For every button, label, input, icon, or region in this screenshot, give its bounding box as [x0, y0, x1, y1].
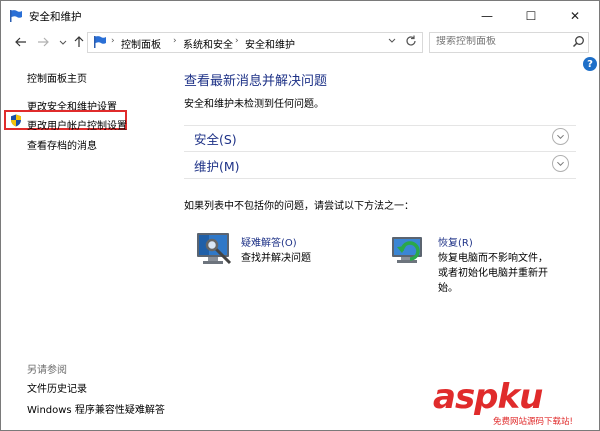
- sidebar-home-link[interactable]: 控制面板主页: [27, 70, 87, 85]
- see-also-file-history[interactable]: 文件历史记录: [27, 380, 87, 395]
- control-panel-window: 安全和维护 — ☐ ✕ › 控制面板 › 系统和安全 › 安全和维护 ? 控制面…: [0, 0, 600, 431]
- if-not-listed-text: 如果列表中不包括你的问题，请尝试以下方法之一：: [184, 201, 414, 212]
- troubleshooting-link[interactable]: 疑难解答(O): [241, 234, 297, 249]
- watermark-brand: aspku: [433, 377, 543, 417]
- divider: [184, 178, 576, 179]
- search-icon[interactable]: [572, 35, 585, 48]
- help-icon: ?: [587, 58, 593, 70]
- back-button[interactable]: [13, 34, 29, 50]
- breadcrumb-control-panel[interactable]: 控制面板: [121, 36, 161, 51]
- refresh-icon[interactable]: [404, 34, 418, 48]
- arrow-right-icon: [38, 37, 49, 47]
- close-icon: ✕: [569, 9, 581, 23]
- recovery-link[interactable]: 恢复(R): [438, 234, 473, 249]
- up-button[interactable]: [71, 34, 87, 50]
- address-bar[interactable]: › 控制面板 › 系统和安全 › 安全和维护: [87, 32, 423, 53]
- recovery-icon[interactable]: [388, 231, 428, 269]
- breadcrumb-separator: ›: [173, 36, 177, 46]
- watermark-tagline: 免费网站源码下载站!: [493, 417, 573, 427]
- shield-icon: [11, 114, 21, 127]
- minimize-icon: —: [481, 9, 493, 23]
- chevron-down-icon[interactable]: [552, 128, 569, 145]
- breadcrumb-system-security[interactable]: 系统和安全: [183, 36, 233, 51]
- troubleshooting-icon[interactable]: [194, 229, 236, 271]
- arrow-left-icon: [15, 37, 26, 47]
- recovery-desc-line-1: 恢复电脑而不影响文件，: [438, 253, 548, 264]
- page-subtitle: 安全和维护未检测到任何问题。: [184, 99, 324, 110]
- recovery-desc-line-3: 始。: [438, 283, 458, 294]
- divider: [184, 151, 576, 152]
- help-button[interactable]: ?: [583, 57, 597, 71]
- arrow-up-icon: [74, 36, 84, 47]
- flag-icon: [10, 10, 22, 22]
- section-security[interactable]: 安全(S): [184, 126, 576, 150]
- section-security-label: 安全(S): [194, 132, 237, 147]
- page-title: 查看最新消息并解决问题: [184, 74, 328, 89]
- troubleshooting-desc: 查找并解决问题: [241, 253, 311, 264]
- window-title: 安全和维护: [29, 11, 82, 23]
- chevron-down-icon[interactable]: [388, 36, 396, 46]
- close-button[interactable]: ✕: [553, 1, 597, 31]
- section-maintenance-label: 维护(M): [194, 159, 240, 174]
- search-box[interactable]: [429, 32, 589, 53]
- recent-locations-button[interactable]: [55, 34, 71, 50]
- recovery-desc-line-2: 或者初始化电脑并重新开: [438, 268, 548, 279]
- search-input[interactable]: [436, 36, 566, 47]
- flag-icon: [94, 36, 106, 48]
- minimize-button[interactable]: —: [465, 1, 509, 31]
- breadcrumb-separator: ›: [111, 36, 115, 46]
- sidebar-view-archived-messages[interactable]: 查看存档的消息: [27, 137, 97, 152]
- see-also-heading: 另请参阅: [27, 365, 67, 376]
- breadcrumb-security-maintenance[interactable]: 安全和维护: [245, 36, 295, 51]
- watermark: aspku 免费网站源码下载站!: [433, 377, 597, 427]
- forward-button[interactable]: [35, 34, 51, 50]
- sidebar-change-uac-settings[interactable]: 更改用户帐户控制设置: [27, 117, 127, 132]
- title-bar: 安全和维护 — ☐ ✕: [1, 1, 599, 31]
- chevron-down-icon[interactable]: [552, 155, 569, 172]
- section-maintenance[interactable]: 维护(M): [184, 153, 576, 177]
- chevron-down-icon: [59, 40, 67, 45]
- see-also-compat-troubleshooter[interactable]: Windows 程序兼容性疑难解答: [27, 401, 165, 416]
- breadcrumb-separator: ›: [235, 36, 239, 46]
- maximize-button[interactable]: ☐: [509, 1, 553, 31]
- maximize-icon: ☐: [525, 9, 537, 23]
